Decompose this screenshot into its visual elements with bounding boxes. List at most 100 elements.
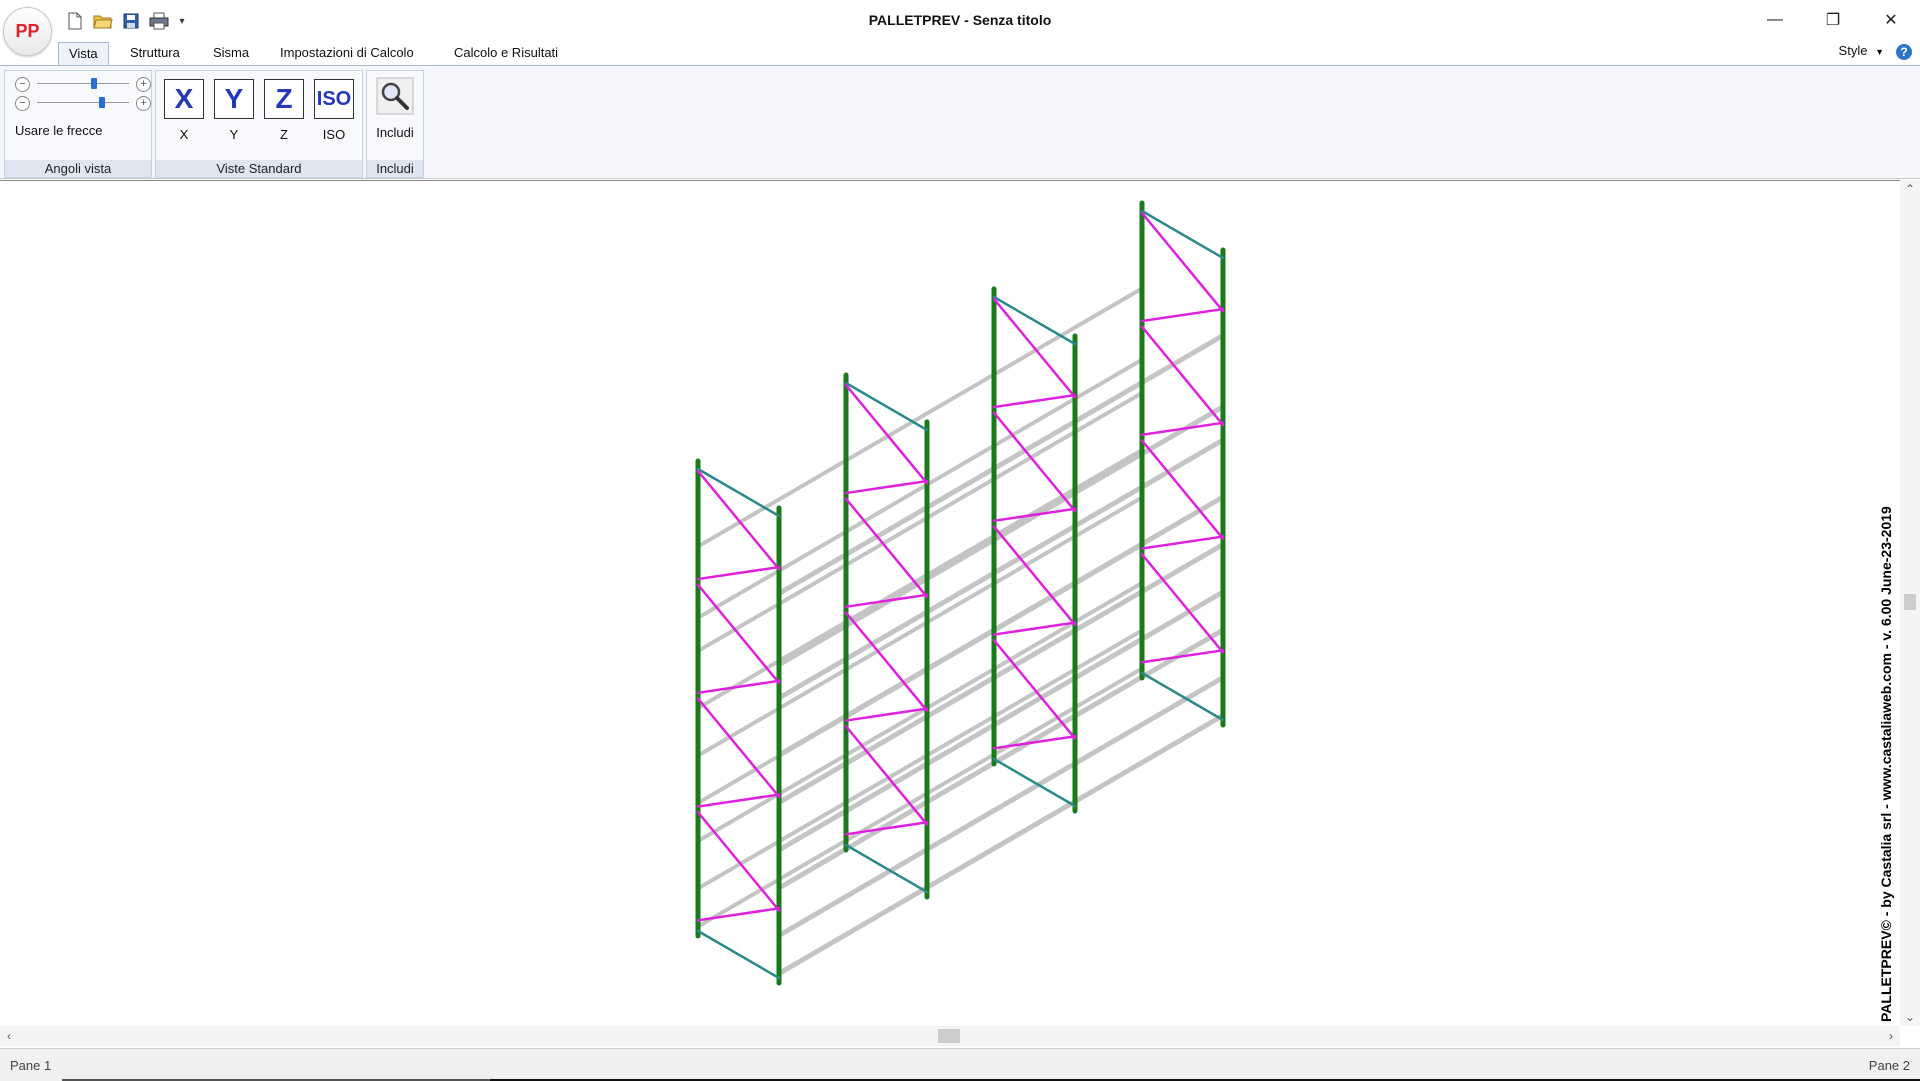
beam-back bbox=[992, 286, 1144, 377]
beam-front bbox=[776, 505, 930, 596]
view-x-icon: X bbox=[164, 79, 204, 119]
style-menu-label: Style bbox=[1838, 43, 1868, 58]
bracing-diagonal bbox=[696, 811, 781, 912]
scroll-left-icon[interactable]: ‹ bbox=[0, 1026, 18, 1046]
tab-sisma[interactable]: Sisma bbox=[203, 42, 259, 64]
zoom-out-icon[interactable]: − bbox=[15, 77, 30, 92]
view-iso-button[interactable]: ISO ISO bbox=[312, 77, 356, 147]
app-logo-text: PP bbox=[15, 21, 40, 41]
beam-back bbox=[992, 448, 1144, 538]
window-title: PALLETPREV - Senza titolo bbox=[868, 12, 1052, 28]
group-includi: Includi Includi bbox=[366, 70, 424, 178]
vertical-scroll-thumb[interactable] bbox=[1904, 594, 1916, 610]
group-label-includi: Includi bbox=[367, 160, 423, 177]
bracing-diagonal bbox=[1140, 211, 1225, 313]
beam-back bbox=[844, 372, 996, 463]
restore-button[interactable]: ❐ bbox=[1804, 0, 1862, 40]
slider-track bbox=[37, 78, 129, 89]
view-z-icon: Z bbox=[264, 79, 304, 119]
group-viste-standard: X X Y Y Z Z ISO ISO Viste Standard bbox=[155, 70, 363, 178]
beam-front bbox=[1072, 675, 1226, 766]
slider-thumb[interactable] bbox=[91, 78, 98, 89]
angle-slider-2[interactable]: − + bbox=[11, 96, 151, 112]
beam-front bbox=[776, 799, 930, 891]
bracing-horizontal bbox=[1140, 307, 1225, 323]
tab-impostazioni-di-calcolo[interactable]: Impostazioni di Calcolo bbox=[270, 42, 424, 64]
frame-bottom-member bbox=[696, 929, 781, 980]
tab-struttura[interactable]: Struttura bbox=[120, 42, 190, 64]
arrows-hint-label: Usare le frecce bbox=[15, 123, 103, 138]
magnifier-icon bbox=[376, 77, 414, 115]
beam-front bbox=[776, 885, 930, 976]
slider-thumb[interactable] bbox=[99, 97, 106, 108]
view-x-button[interactable]: X X bbox=[162, 77, 206, 147]
beam-front bbox=[1072, 627, 1226, 719]
horizontal-scroll-thumb[interactable] bbox=[938, 1029, 960, 1043]
frame-top-member bbox=[696, 467, 781, 518]
bracing-diagonal bbox=[844, 383, 929, 485]
frame-top-member bbox=[1140, 209, 1225, 260]
frame-bottom-member bbox=[1140, 671, 1225, 722]
beam-front bbox=[924, 761, 1078, 852]
group-angoli-vista: − + − + Usare le frecce Angoli vista bbox=[4, 70, 152, 178]
title-bar: PP ▾ PALLETPREV - Senza titolo — ❐ ✕ bbox=[0, 0, 1920, 56]
help-icon[interactable]: ? bbox=[1896, 44, 1912, 60]
tab-calcolo-e-risultati[interactable]: Calcolo e Risultati bbox=[444, 42, 568, 64]
view-z-button[interactable]: Z Z bbox=[262, 77, 306, 147]
status-pane-1: Pane 1 bbox=[10, 1058, 52, 1073]
scroll-up-icon[interactable]: ⌃ bbox=[1900, 180, 1920, 198]
frame-bottom-member bbox=[992, 757, 1077, 808]
zoom-in-icon[interactable]: + bbox=[136, 77, 151, 92]
includi-button[interactable]: Includi bbox=[373, 77, 417, 140]
minimize-button[interactable]: — bbox=[1746, 0, 1804, 40]
bracing-diagonal bbox=[696, 583, 781, 685]
beam-back bbox=[844, 714, 996, 805]
beam-front bbox=[1072, 542, 1226, 633]
view-y-button[interactable]: Y Y bbox=[212, 77, 256, 147]
ribbon-tabs: Vista Struttura Sisma Impostazioni di Ca… bbox=[0, 40, 1920, 66]
scroll-right-icon[interactable]: › bbox=[1882, 1026, 1900, 1046]
model-viewport[interactable] bbox=[0, 180, 1900, 1027]
vertical-scrollbar[interactable]: ⌃ ⌄ bbox=[1900, 180, 1920, 1026]
view-iso-caption: ISO bbox=[322, 127, 346, 142]
group-label-viste-standard: Viste Standard bbox=[156, 160, 362, 177]
ribbon-panel: − + − + Usare le frecce Angoli vista X X… bbox=[0, 65, 1920, 179]
beam-back bbox=[844, 667, 996, 757]
version-watermark: PALLETPREV© - by Castalia srl - www.cast… bbox=[1878, 506, 1894, 1022]
style-menu[interactable]: Style ▼ bbox=[1839, 43, 1884, 58]
beam-front bbox=[924, 799, 1078, 890]
bracing-diagonal bbox=[696, 469, 781, 571]
view-y-caption: Y bbox=[229, 127, 239, 142]
beam-front bbox=[924, 628, 1078, 719]
zoom-out-icon[interactable]: − bbox=[15, 96, 30, 111]
beam-front bbox=[776, 847, 930, 938]
view-y-icon: Y bbox=[214, 79, 254, 119]
tab-vista[interactable]: Vista bbox=[58, 42, 109, 66]
horizontal-scrollbar[interactable]: ‹ › bbox=[0, 1026, 1900, 1046]
frame-top-member bbox=[844, 381, 929, 432]
frame-bottom-member bbox=[844, 843, 929, 894]
beam-front bbox=[924, 713, 1078, 805]
status-pane-2: Pane 2 bbox=[1868, 1058, 1910, 1073]
angle-slider-1[interactable]: − + bbox=[11, 77, 151, 93]
beam-back bbox=[696, 753, 848, 843]
close-button[interactable]: ✕ bbox=[1862, 0, 1920, 40]
chevron-down-icon: ▼ bbox=[1875, 47, 1884, 57]
beam-back bbox=[696, 620, 848, 710]
window-controls: — ❐ ✕ bbox=[1746, 0, 1920, 40]
frame-top-member bbox=[992, 295, 1077, 346]
app-menu-button[interactable]: PP bbox=[3, 7, 52, 56]
beam-front bbox=[1072, 713, 1226, 804]
beam-back bbox=[696, 838, 848, 929]
rack-3d-view bbox=[695, 200, 1226, 986]
bracing-diagonal bbox=[1140, 439, 1225, 540]
scroll-down-icon[interactable]: ⌄ bbox=[1900, 1008, 1920, 1026]
view-z-caption: Z bbox=[280, 127, 288, 142]
bracing-horizontal bbox=[696, 907, 781, 922]
includi-caption: Includi bbox=[376, 125, 414, 140]
beam-front bbox=[1072, 589, 1226, 681]
zoom-in-icon[interactable]: + bbox=[136, 96, 151, 111]
beam-front bbox=[1072, 333, 1226, 424]
beam-back bbox=[992, 628, 1144, 719]
slider-track bbox=[37, 97, 129, 108]
